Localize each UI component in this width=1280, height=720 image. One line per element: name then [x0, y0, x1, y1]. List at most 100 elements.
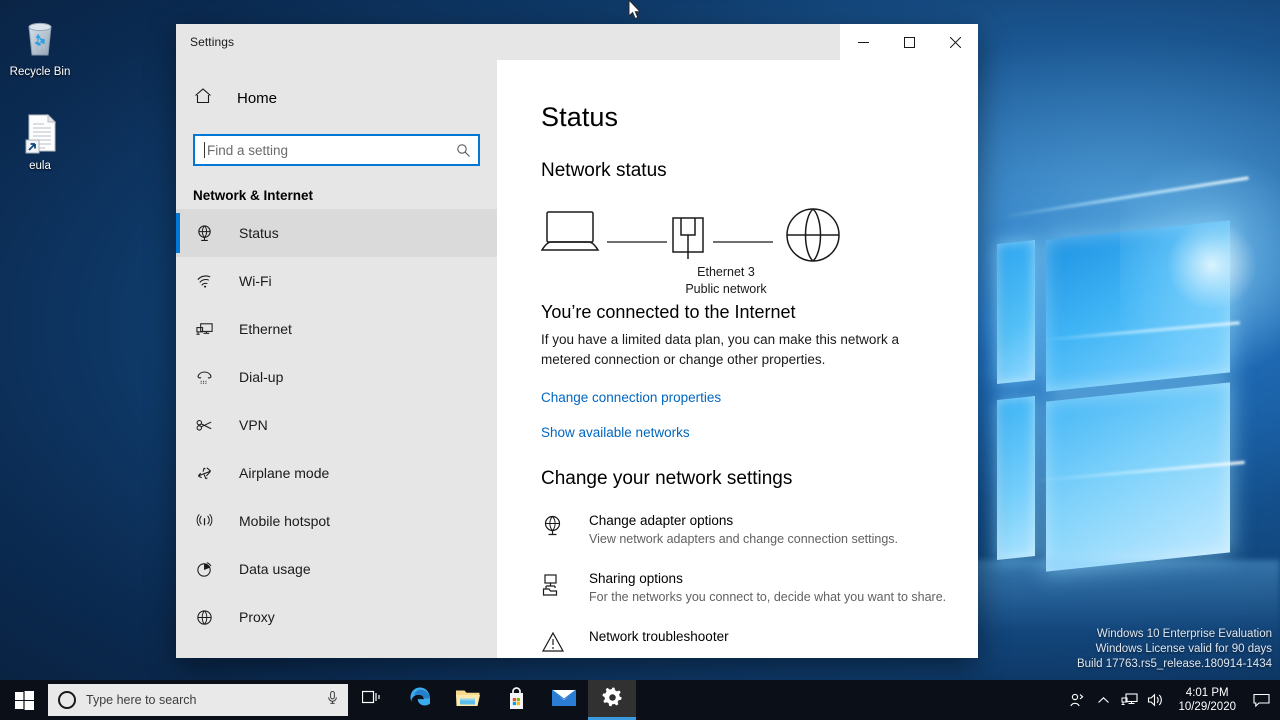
sidebar-item-label: Wi-Fi [239, 273, 272, 289]
sidebar-item-ethernet[interactable]: Ethernet [176, 305, 497, 353]
dialup-icon [193, 366, 215, 388]
connection-status-description: If you have a limited data plan, you can… [541, 332, 899, 367]
hotspot-icon [193, 510, 215, 532]
action-center-icon[interactable] [1246, 680, 1276, 720]
windows-start-icon[interactable] [0, 680, 48, 720]
sidebar-item-airplane-mode[interactable]: Airplane mode [176, 449, 497, 497]
people-icon[interactable] [1064, 680, 1090, 720]
adapter-name: Ethernet 3 [697, 265, 755, 279]
clock-date: 10/29/2020 [1178, 701, 1236, 713]
sidebar-item-dialup[interactable]: Dial-up [176, 353, 497, 401]
sidebar-item-proxy[interactable]: Proxy [176, 593, 497, 641]
mail-envelope-icon [551, 688, 577, 713]
sidebar-item-label: Proxy [239, 609, 275, 625]
network-diagram-labels: Ethernet 3 Public network [636, 264, 816, 298]
text-caret [204, 142, 205, 158]
setting-row-sharing-options[interactable]: Sharing options For the networks you con… [541, 570, 978, 606]
globe-icon [786, 208, 840, 262]
ethernet-icon [193, 318, 215, 340]
gear-icon [601, 686, 624, 714]
setting-row-change-adapter-options[interactable]: Change adapter options View network adap… [541, 512, 978, 548]
setting-title: Network troubleshooter [589, 629, 729, 644]
wallpaper-logo-quadrant [997, 240, 1035, 384]
close-button[interactable] [932, 24, 978, 60]
taskbar-clock[interactable]: 4:01 PM 10/29/2020 [1168, 680, 1246, 720]
microphone-icon[interactable] [325, 690, 340, 710]
setting-description: View network adapters and change connect… [589, 532, 898, 546]
sidebar-item-home[interactable]: Home [176, 78, 497, 118]
sidebar-search-wrap: Find a setting [176, 118, 497, 166]
settings-content-pane[interactable]: Status Network status Ethernet 3 Public … [497, 60, 978, 658]
folder-icon [455, 687, 481, 714]
watermark-line: Build 17763.rs5_release.180914-1434 [1076, 658, 1272, 670]
volume-icon[interactable] [1142, 680, 1168, 720]
link-change-connection-properties[interactable]: Change connection properties [541, 390, 978, 405]
network-status-heading: Network status [541, 160, 667, 181]
desktop-icon-recycle-bin[interactable]: Recycle Bin [2, 14, 78, 79]
globe-monitor-icon [541, 514, 565, 538]
change-network-settings-heading: Change your network settings [541, 468, 793, 489]
sidebar-item-label: Dial-up [239, 369, 284, 385]
globe-monitor-icon [193, 222, 215, 244]
ethernet-port-icon [672, 217, 704, 259]
page-title: Status [541, 102, 619, 132]
globe-icon [193, 606, 215, 628]
home-icon [193, 86, 213, 111]
maximize-button[interactable] [886, 24, 932, 60]
task-view-icon [361, 689, 383, 712]
sidebar-item-wifi[interactable]: Wi-Fi [176, 257, 497, 305]
network-diagram: Ethernet 3 Public network [540, 204, 871, 298]
warning-triangle-icon [541, 630, 565, 654]
desktop-icon-label: Recycle Bin [9, 66, 71, 78]
sidebar-item-vpn[interactable]: VPN [176, 401, 497, 449]
clock-time: 4:01 PM [1185, 687, 1229, 699]
settings-sidebar[interactable]: Home Find a setting Network & Internet S… [176, 60, 497, 658]
sidebar-item-label: Ethernet [239, 321, 292, 337]
link-show-available-networks[interactable]: Show available networks [541, 425, 978, 440]
window-titlebar[interactable]: Settings [176, 24, 978, 60]
network-icon[interactable] [1116, 680, 1142, 720]
desktop-icon-label: eula [29, 160, 51, 172]
sidebar-item-label: VPN [239, 417, 268, 433]
search-input[interactable]: Find a setting [193, 134, 480, 166]
sidebar-item-mobile-hotspot[interactable]: Mobile hotspot [176, 497, 497, 545]
taskbar-app-file-explorer[interactable] [444, 680, 492, 720]
sidebar-item-data-usage[interactable]: Data usage [176, 545, 497, 593]
setting-title: Sharing options [589, 571, 683, 586]
wallpaper-light-beam [1120, 150, 1280, 380]
recycle-bin-icon [16, 14, 64, 62]
laptop-icon [540, 211, 600, 251]
search-placeholder: Find a setting [207, 142, 289, 158]
taskbar-app-mail[interactable] [540, 680, 588, 720]
connection-status-title: You’re connected to the Internet [541, 302, 796, 322]
wallpaper-logo-quadrant [997, 396, 1035, 560]
minimize-button[interactable] [840, 24, 886, 60]
edge-icon [408, 685, 433, 715]
taskbar-app-microsoft-store[interactable] [492, 680, 540, 720]
settings-window[interactable]: Settings Home Find a setting Network & I… [176, 24, 978, 658]
cortana-icon [58, 691, 76, 709]
evaluation-watermark: Windows 10 Enterprise Evaluation Windows… [1077, 627, 1272, 672]
sidebar-section-title: Network & Internet [193, 188, 314, 203]
desktop-icon-eula[interactable]: eula [2, 108, 78, 173]
taskbar[interactable]: Type here to search 4:01 PM 10/29/2020 [0, 680, 1280, 720]
wifi-icon [193, 270, 215, 292]
sidebar-item-label: Airplane mode [239, 465, 330, 481]
taskbar-search-placeholder: Type here to search [86, 693, 197, 707]
pie-chart-icon [193, 558, 215, 580]
taskbar-app-microsoft-edge[interactable] [396, 680, 444, 720]
show-hidden-icons-chevron[interactable] [1090, 680, 1116, 720]
window-controls [840, 24, 978, 60]
taskbar-app-settings[interactable] [588, 680, 636, 720]
sidebar-item-status[interactable]: Status [176, 209, 497, 257]
taskbar-search-box[interactable]: Type here to search [48, 684, 348, 716]
setting-row-network-troubleshooter[interactable]: Network troubleshooter [541, 628, 978, 654]
sidebar-home-label: Home [237, 89, 278, 107]
system-tray[interactable]: 4:01 PM 10/29/2020 [1064, 680, 1280, 720]
watermark-line: Windows License valid for 90 days [1095, 643, 1272, 655]
sharing-folder-icon [541, 572, 565, 596]
watermark-line: Windows 10 Enterprise Evaluation [1096, 628, 1272, 640]
setting-title: Change adapter options [589, 513, 734, 528]
setting-description: For the networks you connect to, decide … [589, 590, 947, 604]
taskbar-app-task-view[interactable] [348, 680, 396, 720]
